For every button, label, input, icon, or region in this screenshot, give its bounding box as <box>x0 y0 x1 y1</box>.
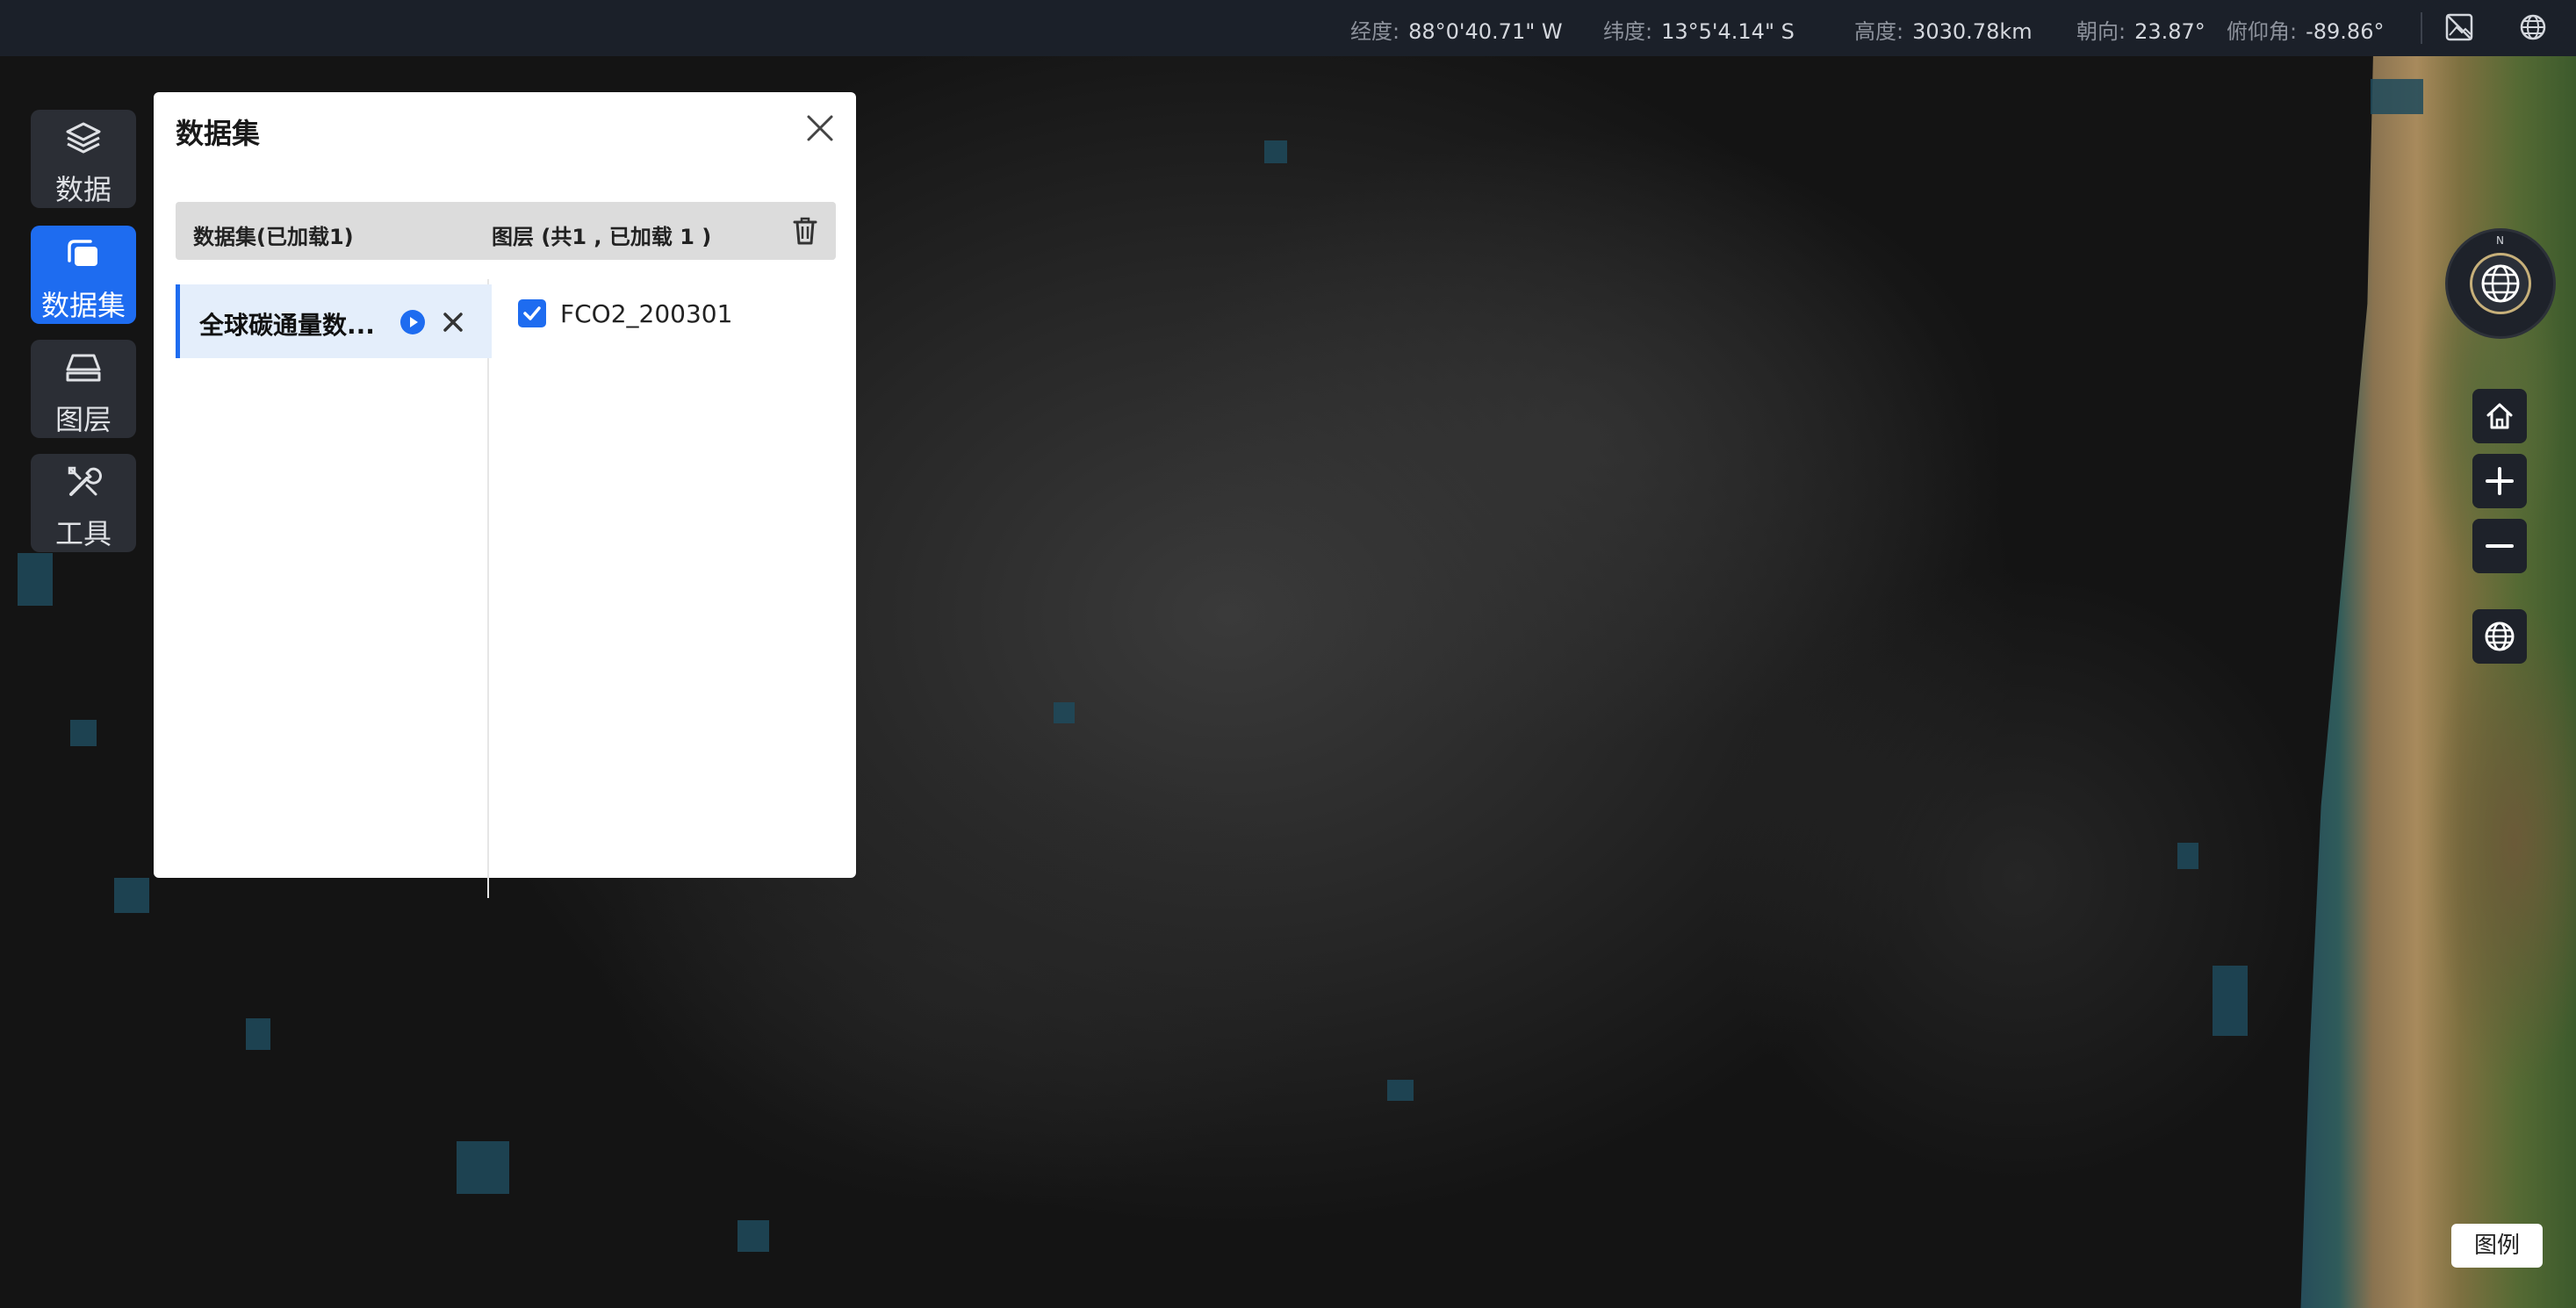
map-ocean-patch <box>18 553 53 606</box>
altitude-label: 高度: <box>1854 19 1904 44</box>
panel-title: 数据集 <box>176 117 261 150</box>
layers-stack-icon <box>66 122 101 154</box>
sidebar-item-label: 数据集 <box>40 289 126 322</box>
dataset-icon <box>68 240 97 266</box>
legend-button[interactable]: 图例 <box>2451 1224 2543 1268</box>
globe-icon <box>2481 264 2520 303</box>
layer-plane-icon <box>66 354 101 382</box>
home-button[interactable] <box>2472 389 2527 443</box>
altitude-value: 3030.78km <box>1912 19 2033 44</box>
minus-icon <box>2486 544 2514 548</box>
dataset-item[interactable]: 全球碳通量数... <box>176 284 492 358</box>
compass[interactable]: N <box>2448 231 2553 336</box>
sidebar-item-tools[interactable]: 工具 <box>31 454 136 552</box>
latitude-label: 纬度: <box>1603 19 1653 44</box>
map-ocean-patch <box>457 1141 509 1194</box>
pitch-value: -89.86° <box>2306 19 2385 44</box>
longitude-readout: 经度: 88°0'40.71" W <box>1350 14 1563 45</box>
latitude-readout: 纬度: 13°5'4.14" S <box>1603 14 1795 45</box>
zoom-in-button[interactable] <box>2472 454 2527 508</box>
play-icon[interactable] <box>399 309 426 335</box>
map-ocean-patch <box>1264 140 1287 163</box>
remove-icon[interactable] <box>440 309 466 335</box>
altitude-readout: 高度: 3030.78km <box>1854 14 2033 45</box>
heading-label: 朝向: <box>2076 19 2126 44</box>
home-icon <box>2486 403 2513 429</box>
globe-view-button[interactable] <box>2472 609 2527 664</box>
sidebar-item-label: 数据 <box>54 173 112 206</box>
dataset-panel: 数据集 数据集(已加载1) 图层 (共1 , 已加载 1 ) 全球碳通量数... <box>154 92 856 898</box>
map-ocean-patch <box>1054 702 1075 723</box>
sidebar-item-label: 工具 <box>54 517 112 550</box>
globe-icon <box>2485 622 2515 651</box>
no-image-icon[interactable] <box>2444 12 2474 42</box>
sidebar-item-layers[interactable]: 图层 <box>31 340 136 438</box>
panel-header: 数据集(已加载1) 图层 (共1 , 已加载 1 ) <box>176 202 836 260</box>
pitch-label: 俯仰角: <box>2227 19 2298 44</box>
map-ocean-patch <box>2371 79 2423 114</box>
layer-checkbox[interactable] <box>518 299 546 327</box>
checkmark-icon <box>523 306 541 320</box>
datasets-header: 数据集(已加载1) <box>193 225 354 249</box>
compass-north-label: N <box>2496 234 2504 247</box>
map-ocean-patch <box>70 720 97 746</box>
latitude-value: 13°5'4.14" S <box>1661 19 1795 44</box>
map-ocean-patch <box>114 878 149 913</box>
pitch-readout: 俯仰角: -89.86° <box>2227 14 2384 45</box>
heading-value: 23.87° <box>2134 19 2205 44</box>
zoom-out-button[interactable] <box>2472 519 2527 573</box>
map-ocean-patch <box>2177 843 2198 869</box>
map-ocean-patch <box>1387 1080 1414 1101</box>
tools-icon <box>68 466 102 496</box>
map-ocean-patch <box>738 1220 769 1252</box>
layers-header: 图层 (共1 , 已加载 1 ) <box>492 225 712 249</box>
longitude-value: 88°0'40.71" W <box>1408 19 1563 44</box>
longitude-label: 经度: <box>1350 19 1400 44</box>
sidebar-item-dataset[interactable]: 数据集 <box>31 226 136 324</box>
globe-language-icon[interactable] <box>2518 12 2548 42</box>
sidebar-item-data[interactable]: 数据 <box>31 110 136 208</box>
close-icon[interactable] <box>803 111 837 145</box>
status-bar: 经度: 88°0'40.71" W 纬度: 13°5'4.14" S 高度: 3030… <box>0 0 2576 56</box>
dataset-list: 全球碳通量数... <box>176 279 492 898</box>
heading-readout: 朝向: 23.87° <box>2076 14 2205 45</box>
layer-name: FCO2_200301 <box>560 299 733 328</box>
plus-icon <box>2486 467 2514 495</box>
map-ocean-patch <box>246 1018 270 1050</box>
trash-icon[interactable] <box>792 216 818 246</box>
sidebar-item-label: 图层 <box>54 403 112 436</box>
status-divider <box>2421 12 2422 44</box>
dataset-name: 全球碳通量数... <box>199 311 375 340</box>
compass-globe[interactable] <box>2472 255 2529 312</box>
map-ocean-patch <box>2213 966 2248 1036</box>
